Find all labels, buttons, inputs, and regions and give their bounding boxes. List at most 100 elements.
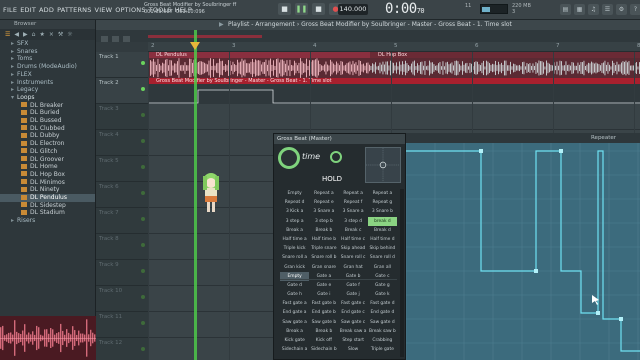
track-header[interactable]: Track 12	[96, 338, 148, 360]
browser-item[interactable]: ▸ Drums (ModeAudio)	[0, 63, 95, 71]
preset-item[interactable]: Gate i	[309, 290, 338, 299]
browser-tool-icon-3[interactable]: ⌂	[32, 31, 36, 38]
track-mute-led[interactable]	[141, 295, 145, 299]
browser-tool-icon-6[interactable]: ⚒	[58, 31, 63, 38]
menu-item-file[interactable]: FILE	[3, 6, 17, 14]
preset-item[interactable]: Saw gate c	[339, 318, 368, 327]
browser-tool-icon-1[interactable]: ◀	[14, 31, 19, 38]
preset-item[interactable]: 3 Snare a	[309, 207, 338, 216]
preset-item[interactable]: Gate k	[368, 290, 397, 299]
browser-item[interactable]: ▸ Instruments	[0, 79, 95, 87]
browser-tool-icon-4[interactable]: ★	[39, 31, 44, 38]
menu-item-patterns[interactable]: PATTERNS	[57, 6, 91, 14]
browser-item[interactable]: DL Stadium	[0, 209, 95, 217]
menu-item-edit[interactable]: EDIT	[20, 6, 36, 14]
browser-item[interactable]: ▸ Risers	[0, 217, 95, 225]
preset-item[interactable]: Saw gate d	[368, 318, 397, 327]
browser-item[interactable]: DL Minimos	[0, 179, 95, 187]
browser-item[interactable]: DL Glitch	[0, 148, 95, 156]
preset-item[interactable]: Sidechain b	[309, 345, 338, 354]
preset-item[interactable]: Repeat g	[368, 198, 397, 207]
browser-item[interactable]: ▸ FLEX	[0, 71, 95, 79]
preset-item[interactable]: Triple kick	[280, 244, 309, 253]
track-header[interactable]: Track 1	[96, 52, 148, 78]
preset-item[interactable]: Triple snare	[309, 244, 338, 253]
preset-item[interactable]: Break a	[280, 327, 309, 336]
track-header[interactable]: Track 8	[96, 234, 148, 260]
browser-item[interactable]: DL Bussed	[0, 117, 95, 125]
help-icon[interactable]: ?	[630, 4, 640, 15]
tempo-display[interactable]: 140.000	[338, 4, 368, 15]
track-header[interactable]: Track 7	[96, 208, 148, 234]
preset-item[interactable]: Skip behind	[368, 244, 397, 253]
browser-item[interactable]: ▸ SFX	[0, 40, 95, 48]
browser-item[interactable]: DL Buried	[0, 109, 95, 117]
track-mute-led[interactable]	[141, 347, 145, 351]
browser-item[interactable]: DL Groover	[0, 156, 95, 164]
preset-item[interactable]: Triple gate	[368, 345, 397, 354]
browser-item[interactable]: DL Home	[0, 163, 95, 171]
stop-button[interactable]: ■	[312, 3, 325, 15]
browser-tool-icon-7[interactable]: ☼	[67, 31, 72, 38]
browser-tool-icon-5[interactable]: ×	[49, 31, 54, 38]
preset-item[interactable]: 3 step d	[339, 217, 368, 226]
preset-item[interactable]: Gate d	[280, 281, 309, 290]
track-header[interactable]: Track 9	[96, 260, 148, 286]
preset-item[interactable]: Gate h	[280, 290, 309, 299]
preset-item[interactable]: Break saw b	[368, 327, 397, 336]
preset-item[interactable]: Empty	[280, 189, 309, 198]
track-header[interactable]: Track 4	[96, 130, 148, 156]
track-lane[interactable]	[148, 104, 640, 130]
preset-item[interactable]: Break saw a	[339, 327, 368, 336]
menu-item-view[interactable]: VIEW	[95, 6, 113, 14]
browser-item[interactable]: DL Hop Box	[0, 171, 95, 179]
track-header[interactable]: Track 6	[96, 182, 148, 208]
track-mute-led[interactable]	[141, 61, 145, 65]
preset-item[interactable]: Gran all	[368, 263, 397, 272]
preset-item[interactable]: Fast gate c	[339, 299, 368, 308]
browser-tool-icon-0[interactable]: ☰	[5, 31, 10, 38]
pattern-mode-button[interactable]: ■	[278, 3, 291, 15]
track-header[interactable]: Track 10	[96, 286, 148, 312]
preset-item[interactable]: Break a	[280, 226, 309, 235]
preset-item[interactable]: Half time c	[339, 235, 368, 244]
browser-item[interactable]: DL Pendulus	[0, 194, 95, 202]
preset-item[interactable]: Repeat a	[309, 189, 338, 198]
preset-item[interactable]: End gate d	[368, 308, 397, 317]
browser-item[interactable]: ▾ Loops	[0, 94, 95, 102]
track-mute-led[interactable]	[141, 321, 145, 325]
preset-item[interactable]: Fast gate a	[280, 299, 309, 308]
preset-item[interactable]: break d	[367, 216, 397, 226]
browser-item[interactable]: ▸ Snares	[0, 48, 95, 56]
preset-item[interactable]: Kick off	[309, 336, 338, 345]
track-mute-led[interactable]	[141, 191, 145, 195]
paint-tool-icon[interactable]	[123, 36, 130, 42]
track-header[interactable]: Track 11	[96, 312, 148, 338]
timeline-ruler[interactable]: 2345678	[148, 42, 640, 52]
preset-item[interactable]: Repeat a	[339, 189, 368, 198]
track-header[interactable]: Track 3	[96, 104, 148, 130]
preset-item[interactable]: Gate j	[339, 290, 368, 299]
preset-item[interactable]: Half time b	[309, 235, 338, 244]
browser-icon[interactable]: ☰	[602, 4, 613, 15]
browser-item[interactable]: DL Sidestep	[0, 202, 95, 210]
loop-region[interactable]	[148, 35, 262, 38]
preset-item[interactable]: Snare roll a	[280, 253, 309, 262]
xy-pad[interactable]	[365, 147, 401, 183]
menu-item-options[interactable]: OPTIONS	[115, 6, 145, 14]
plugin-picker-icon[interactable]: ⚙	[616, 4, 627, 15]
browser-item[interactable]: DL Clubbed	[0, 125, 95, 133]
mixer-icon[interactable]: ▤	[560, 4, 571, 15]
envelope-editor[interactable]	[406, 143, 640, 360]
browser-item[interactable]: DL Dubby	[0, 132, 95, 140]
preset-item[interactable]: 3 Snare a	[339, 207, 368, 216]
preset-scrollbar[interactable]	[400, 189, 404, 357]
track-mute-led[interactable]	[141, 139, 145, 143]
preset-item[interactable]: Saw gate a	[280, 318, 309, 327]
preset-item[interactable]: Gate f	[339, 281, 368, 290]
browser-item[interactable]: DL Ninety	[0, 186, 95, 194]
preset-item[interactable]: Fast gate b	[309, 299, 338, 308]
preset-item[interactable]: Repeat e	[309, 198, 338, 207]
preset-item[interactable]: Repeat a	[368, 189, 397, 198]
preset-item[interactable]: End gate b	[309, 308, 338, 317]
